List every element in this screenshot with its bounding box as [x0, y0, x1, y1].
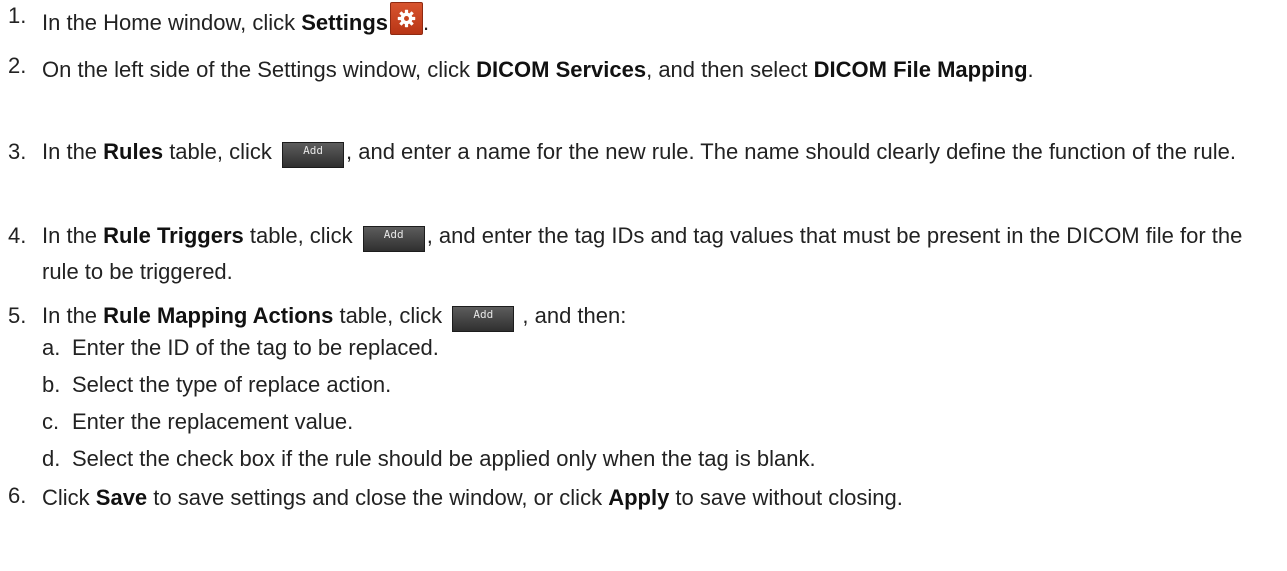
instruction-list: 1. In the Home window, click Settings. 2… — [8, 0, 1278, 518]
step-3: 3. In the Rules table, click Add, and en… — [8, 136, 1278, 220]
substep-text: Enter the replacement value. — [72, 409, 354, 434]
step-number: 2. — [8, 53, 27, 78]
step-text: Click — [42, 485, 96, 510]
substep-letter: c. — [42, 409, 60, 434]
step-text-end: . — [1027, 57, 1034, 82]
gear-icon — [390, 2, 424, 35]
bold-term-rule-triggers: Rule Triggers — [103, 223, 244, 248]
bold-term-settings: Settings — [301, 10, 389, 35]
add-button-image: Add — [452, 306, 515, 332]
add-button-image: Add — [282, 142, 345, 168]
step-text-end: . — [423, 10, 430, 35]
substep-list: a. Enter the ID of the tag to be replace… — [8, 332, 1278, 480]
step-5: 5. In the Rule Mapping Actions table, cl… — [8, 300, 1278, 332]
substep-d: d. Select the check box if the rule shou… — [42, 443, 1278, 480]
substep-text: Select the type of replace action. — [72, 372, 392, 397]
substep-text: Enter the ID of the tag to be replaced. — [72, 335, 439, 360]
substep-letter: a. — [42, 335, 61, 360]
substep-a: a. Enter the ID of the tag to be replace… — [42, 332, 1278, 369]
step-text-mid: table, click — [243, 223, 359, 248]
bold-term-dicom-file-mapping: DICOM File Mapping — [813, 57, 1028, 82]
step-text: In the — [42, 223, 104, 248]
step-6: 6. Click Save to save settings and close… — [8, 480, 1278, 518]
substep-letter: d. — [42, 446, 61, 471]
step-text: On the left side of the Settings window,… — [42, 57, 477, 82]
bold-term-rules: Rules — [103, 139, 164, 164]
step-number: 1. — [8, 3, 27, 28]
step-4: 4. In the Rule Triggers table, click Add… — [8, 220, 1278, 300]
step-number: 4. — [8, 223, 27, 248]
substep-text: Select the check box if the rule should … — [72, 446, 816, 471]
step-text-end: , and enter a name for the new rule. The… — [346, 139, 1236, 164]
add-button-image: Add — [362, 226, 425, 252]
step-text-mid: table, click — [163, 139, 279, 164]
step-1: 1. In the Home window, click Settings. — [8, 0, 1278, 50]
step-text-mid: , and then select — [646, 57, 814, 82]
bold-term-save: Save — [95, 485, 148, 510]
substep-b: b. Select the type of replace action. — [42, 369, 1278, 406]
substep-letter: b. — [42, 372, 61, 397]
step-text: In the — [42, 303, 104, 328]
bold-term-dicom-services: DICOM Services — [476, 57, 647, 82]
step-text-end: , and then: — [516, 303, 627, 328]
substep-c: c. Enter the replacement value. — [42, 406, 1278, 443]
step-number: 5. — [8, 303, 27, 328]
bold-term-apply: Apply — [608, 485, 670, 510]
step-number: 3. — [8, 139, 27, 164]
step-text: In the Home window, click — [42, 10, 302, 35]
step-number: 6. — [8, 483, 27, 508]
step-text-end: to save without closing. — [669, 485, 903, 510]
step-text-mid: table, click — [333, 303, 449, 328]
step-text: In the — [42, 139, 104, 164]
bold-term-rule-mapping-actions: Rule Mapping Actions — [103, 303, 334, 328]
step-text-mid: to save settings and close the window, o… — [147, 485, 609, 510]
step-2: 2. On the left side of the Settings wind… — [8, 50, 1278, 136]
